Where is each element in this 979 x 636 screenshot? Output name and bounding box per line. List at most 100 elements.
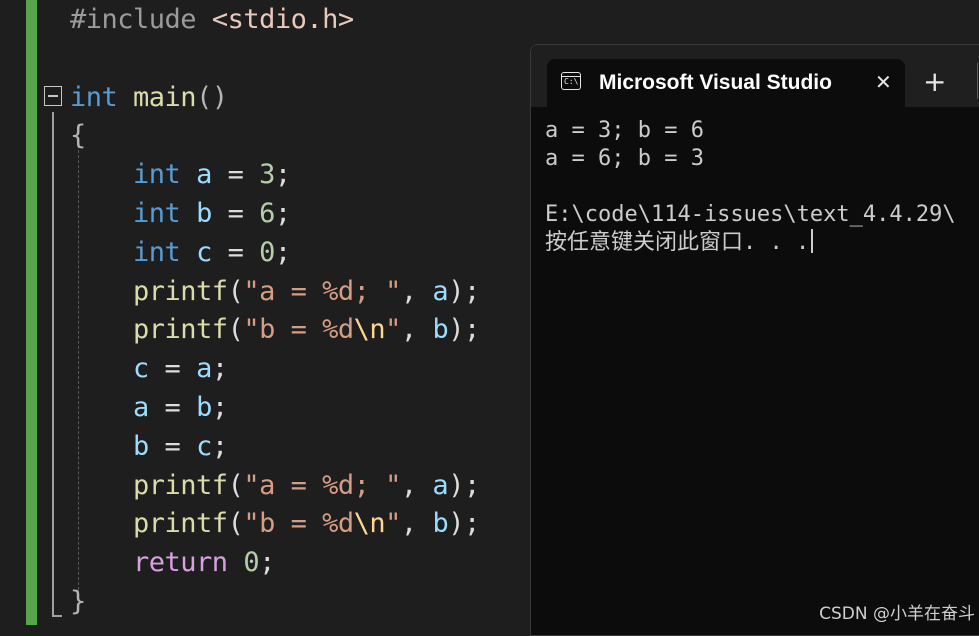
- code-line[interactable]: a = b;: [70, 390, 228, 426]
- code-token: int: [70, 81, 134, 113]
- code-token: c: [133, 353, 149, 385]
- code-token: ": [385, 314, 401, 346]
- code-line[interactable]: return 0;: [70, 545, 275, 581]
- tab-divider: [977, 63, 978, 99]
- output-line-prompt: 按任意键关闭此窗口. . .: [545, 229, 979, 257]
- code-token: a: [432, 275, 449, 307]
- code-line[interactable]: printf("b = %d\n", b);: [70, 312, 480, 348]
- code-token: =: [211, 236, 260, 268]
- code-token: return: [133, 547, 244, 579]
- code-token: );: [448, 469, 480, 501]
- terminal-output[interactable]: a = 3; b = 6 a = 6; b = 3 E:\code\114-is…: [545, 117, 979, 257]
- code-token: {: [70, 120, 86, 152]
- code-token: \n: [353, 508, 386, 540]
- code-token: );: [448, 508, 480, 540]
- code-line[interactable]: int a = 3;: [70, 157, 291, 193]
- code-token: (: [227, 508, 244, 540]
- code-token: c: [196, 236, 212, 268]
- code-token: a: [196, 159, 212, 191]
- code-line[interactable]: {: [70, 118, 86, 154]
- code-token: "b = %d: [243, 508, 354, 540]
- code-token: 0: [259, 236, 275, 268]
- code-line[interactable]: }: [70, 584, 86, 620]
- code-token: =: [211, 198, 260, 229]
- code-line[interactable]: #include <stdio.h>: [70, 2, 354, 38]
- code-line[interactable]: c = a;: [70, 351, 228, 387]
- code-token: (: [227, 469, 244, 501]
- code-token: ,: [400, 469, 433, 501]
- code-token: b: [196, 392, 212, 423]
- code-line[interactable]: int c = 0;: [70, 235, 291, 271]
- code-line[interactable]: printf("a = %d; ", a);: [70, 468, 480, 504]
- code-token: (): [196, 81, 228, 113]
- fold-region-line: [52, 112, 54, 617]
- code-token: (: [227, 314, 244, 346]
- code-token: ;: [211, 353, 228, 385]
- code-token: <stdio.h>: [211, 4, 354, 35]
- code-token: ;: [274, 159, 291, 191]
- code-token: ;: [259, 547, 275, 579]
- code-token: int: [133, 159, 197, 191]
- code-token: a: [196, 353, 212, 385]
- code-token: #include: [70, 4, 212, 35]
- code-token: c: [196, 430, 212, 462]
- code-token: );: [448, 275, 480, 307]
- code-token: ;: [211, 392, 228, 423]
- watermark: CSDN @小羊在奋斗: [819, 604, 975, 624]
- editor-gutter: [0, 0, 26, 625]
- code-token: b: [432, 508, 449, 540]
- code-token: printf: [133, 314, 228, 346]
- code-line[interactable]: printf("b = %d\n", b);: [70, 506, 480, 542]
- code-token: "a = %d; ": [243, 469, 401, 501]
- code-token: b: [432, 314, 449, 346]
- code-token: ;: [274, 198, 291, 229]
- terminal-titlebar: C:\ Microsoft Visual Studio ✕ +: [531, 45, 979, 107]
- code-token: =: [148, 392, 197, 423]
- terminal-window[interactable]: C:\ Microsoft Visual Studio ✕ + a = 3; b…: [530, 44, 979, 636]
- code-token: \n: [353, 314, 386, 346]
- code-token: }: [70, 586, 86, 617]
- code-token: printf: [133, 469, 228, 501]
- output-line: a = 6; b = 3: [545, 146, 704, 171]
- code-token: ": [385, 508, 401, 540]
- code-token: "b = %d: [243, 314, 354, 346]
- code-line[interactable]: b = c;: [70, 429, 228, 465]
- code-token: ;: [274, 236, 291, 268]
- change-indicator-bar: [26, 0, 37, 625]
- fold-region-end: [52, 615, 62, 617]
- code-token: =: [148, 353, 197, 385]
- code-token: =: [211, 159, 260, 191]
- code-token: int: [133, 198, 197, 229]
- code-token: b: [133, 430, 149, 462]
- collapse-icon[interactable]: [44, 86, 62, 106]
- code-token: 0: [243, 547, 260, 579]
- code-token: =: [148, 430, 197, 462]
- prompt-text: 按任意键关闭此窗口. . .: [545, 230, 810, 255]
- new-tab-button[interactable]: +: [923, 67, 946, 97]
- output-line: E:\code\114-issues\text_4.4.29\: [545, 202, 956, 227]
- output-line: a = 3; b = 6: [545, 118, 704, 143]
- close-tab-icon[interactable]: ✕: [875, 69, 892, 95]
- code-token: printf: [133, 508, 228, 540]
- code-token: main: [133, 81, 197, 113]
- code-token: ,: [400, 508, 433, 540]
- code-line[interactable]: int main(): [70, 80, 228, 116]
- code-line[interactable]: printf("a = %d; ", a);: [70, 274, 480, 310]
- terminal-tab[interactable]: C:\ Microsoft Visual Studio ✕: [547, 59, 905, 107]
- code-token: ,: [400, 314, 433, 346]
- code-token: ,: [400, 275, 433, 307]
- code-token: ;: [211, 430, 228, 462]
- code-token: );: [448, 314, 480, 346]
- code-token: 6: [259, 198, 275, 229]
- code-line[interactable]: int b = 6;: [70, 196, 291, 232]
